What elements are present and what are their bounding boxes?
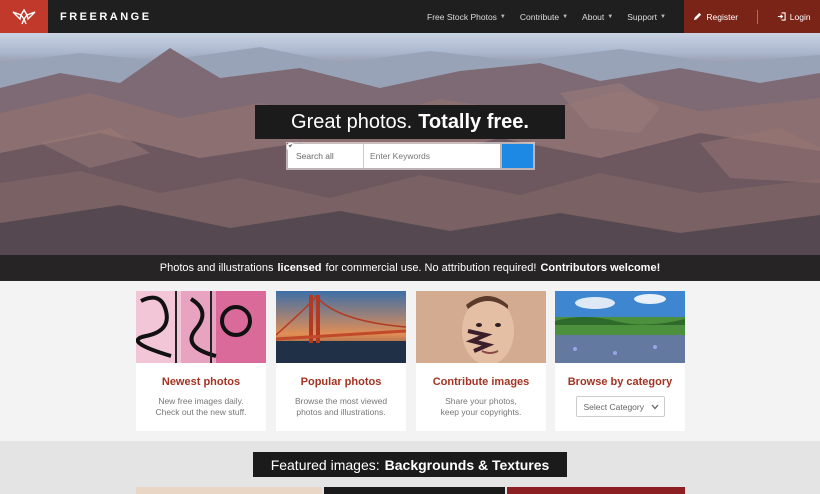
nav-support[interactable]: Support ▼	[627, 12, 666, 22]
card-contribute-images[interactable]: Contribute images Share your photos, kee…	[416, 291, 546, 431]
tagline-bold2[interactable]: Contributors welcome!	[540, 262, 660, 274]
card-title[interactable]: Contribute images	[416, 376, 546, 388]
caret-down-icon: ▼	[607, 13, 614, 20]
featured-section: Featured images: Backgrounds & Textures	[0, 441, 820, 494]
login-link[interactable]: Login	[777, 12, 811, 22]
featured-heading: Featured images: Backgrounds & Textures	[253, 452, 567, 477]
headline-light: Great photos.	[291, 110, 413, 133]
nav-about[interactable]: About ▼	[582, 12, 613, 22]
card-description: Browse the most viewed photos and illust…	[276, 396, 406, 418]
desc-line: Check out the new stuff.	[155, 407, 247, 417]
search-scope-value: Search all	[296, 151, 334, 161]
desc-line: New free images daily.	[158, 396, 244, 406]
sign-in-icon	[777, 12, 786, 21]
featured-thumb[interactable]	[324, 487, 505, 494]
browse-category-image[interactable]	[555, 291, 685, 363]
popular-photos-image[interactable]	[276, 291, 406, 363]
headline-bold: Totally free.	[418, 110, 529, 133]
nav-label: About	[582, 11, 605, 22]
logo[interactable]	[0, 0, 48, 33]
card-popular-photos[interactable]: Popular photos Browse the most viewed ph…	[276, 291, 406, 431]
top-navbar: FREERANGE Free Stock Photos ▼ Contribute…	[0, 0, 820, 33]
desc-line: Share your photos,	[445, 396, 517, 406]
search-button[interactable]	[286, 142, 533, 168]
caret-down-icon: ▼	[499, 13, 506, 20]
category-select[interactable]: Select Category	[575, 396, 665, 417]
newest-photos-image[interactable]	[136, 291, 266, 363]
nav-contribute[interactable]: Contribute ▼	[520, 12, 568, 22]
card-title[interactable]: Browse by category	[555, 376, 685, 388]
category-select-value: Select Category	[583, 401, 644, 412]
caret-down-icon: ▼	[660, 13, 666, 20]
card-newest-photos[interactable]: Newest photos New free images daily. Che…	[136, 291, 266, 431]
caret-down-icon: ▼	[562, 13, 569, 20]
meadow-landscape-image	[555, 291, 685, 363]
golden-gate-bridge-image	[276, 291, 406, 363]
auth-area: Register Login	[684, 0, 820, 33]
brand-name[interactable]: FREERANGE	[60, 11, 152, 23]
hero-banner: Great photos. Totally free. Search all P…	[0, 33, 820, 281]
graffiti-art-image	[136, 291, 266, 363]
nav-label: Free Stock Photos	[427, 11, 497, 22]
auth-divider	[756, 9, 758, 24]
card-description: New free images daily. Check out the new…	[136, 396, 266, 418]
painted-face-portrait-image	[416, 291, 546, 363]
desc-line: photos and illustrations.	[296, 407, 386, 417]
search-bar: Search all	[286, 142, 535, 170]
featured-thumb[interactable]	[507, 487, 685, 494]
hero-tagline: Photos and illustrations licensed for co…	[0, 255, 820, 281]
search-icon	[286, 142, 298, 154]
register-label: Register	[706, 11, 739, 22]
main-nav: Free Stock Photos ▼ Contribute ▼ About ▼…	[420, 0, 673, 33]
contribute-images-image[interactable]	[416, 291, 546, 363]
featured-thumb[interactable]	[136, 487, 322, 494]
nav-free-stock-photos[interactable]: Free Stock Photos ▼	[427, 12, 506, 22]
card-browse-by-category[interactable]: Browse by category Select Category	[555, 291, 685, 431]
featured-prefix: Featured images:	[270, 456, 380, 473]
card-title[interactable]: Newest photos	[136, 376, 266, 388]
hero-headline: Great photos. Totally free.	[255, 105, 565, 139]
desc-line: keep your copyrights.	[440, 407, 522, 417]
search-scope-select[interactable]: Search all	[286, 142, 364, 168]
nav-label: Support	[627, 11, 657, 22]
featured-category[interactable]: Backgrounds & Textures	[385, 457, 550, 473]
nav-label: Contribute	[519, 11, 560, 22]
card-description: Share your photos, keep your copyrights.	[416, 396, 546, 418]
tagline-bold1: licensed	[277, 262, 322, 274]
search-input[interactable]	[364, 144, 500, 168]
tagline-part2: for commercial use. No attribution requi…	[325, 262, 537, 274]
pencil-icon	[694, 12, 702, 21]
feature-cards: Newest photos New free images daily. Che…	[0, 281, 820, 441]
tagline-part1: Photos and illustrations	[159, 262, 274, 274]
card-title[interactable]: Popular photos	[276, 376, 406, 388]
register-link[interactable]: Register	[693, 12, 738, 22]
chevron-down-icon	[651, 404, 658, 409]
desc-line: Browse the most viewed	[294, 396, 388, 406]
freerange-bird-logo-icon	[12, 8, 36, 24]
login-label: Login	[789, 11, 811, 22]
